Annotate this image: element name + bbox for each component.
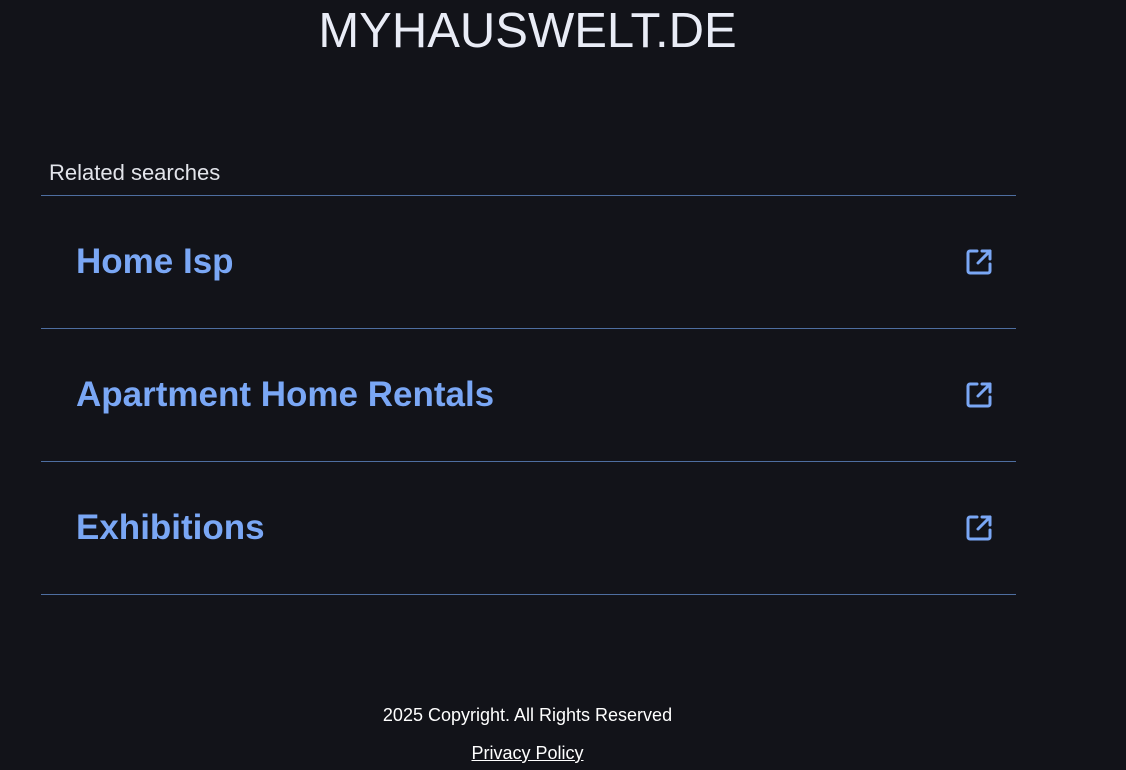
related-search-label: Exhibitions bbox=[76, 508, 265, 547]
related-searches-list: Home Isp Apartment Home Rentals Exhibiti… bbox=[41, 195, 1016, 595]
related-search-item-apartment-home-rentals[interactable]: Apartment Home Rentals bbox=[41, 329, 1016, 462]
related-search-label: Home Isp bbox=[76, 242, 234, 281]
site-title: MYHAUSWELT.DE bbox=[318, 4, 737, 58]
footer-copyright: 2025 Copyright. All Rights Reserved bbox=[382, 705, 673, 725]
external-link-icon bbox=[966, 382, 992, 408]
related-search-label: Apartment Home Rentals bbox=[76, 375, 495, 414]
page: MYHAUSWELT.DE Related searches Home Isp … bbox=[0, 0, 1126, 770]
related-search-item-exhibitions[interactable]: Exhibitions bbox=[41, 462, 1016, 595]
related-searches-heading: Related searches bbox=[49, 160, 221, 185]
privacy-policy-link[interactable]: Privacy Policy bbox=[471, 743, 583, 763]
external-link-icon bbox=[966, 249, 992, 275]
related-search-item-home-isp[interactable]: Home Isp bbox=[41, 196, 1016, 329]
external-link-icon bbox=[966, 515, 992, 541]
footer-links: Privacy Policy bbox=[0, 742, 1055, 764]
